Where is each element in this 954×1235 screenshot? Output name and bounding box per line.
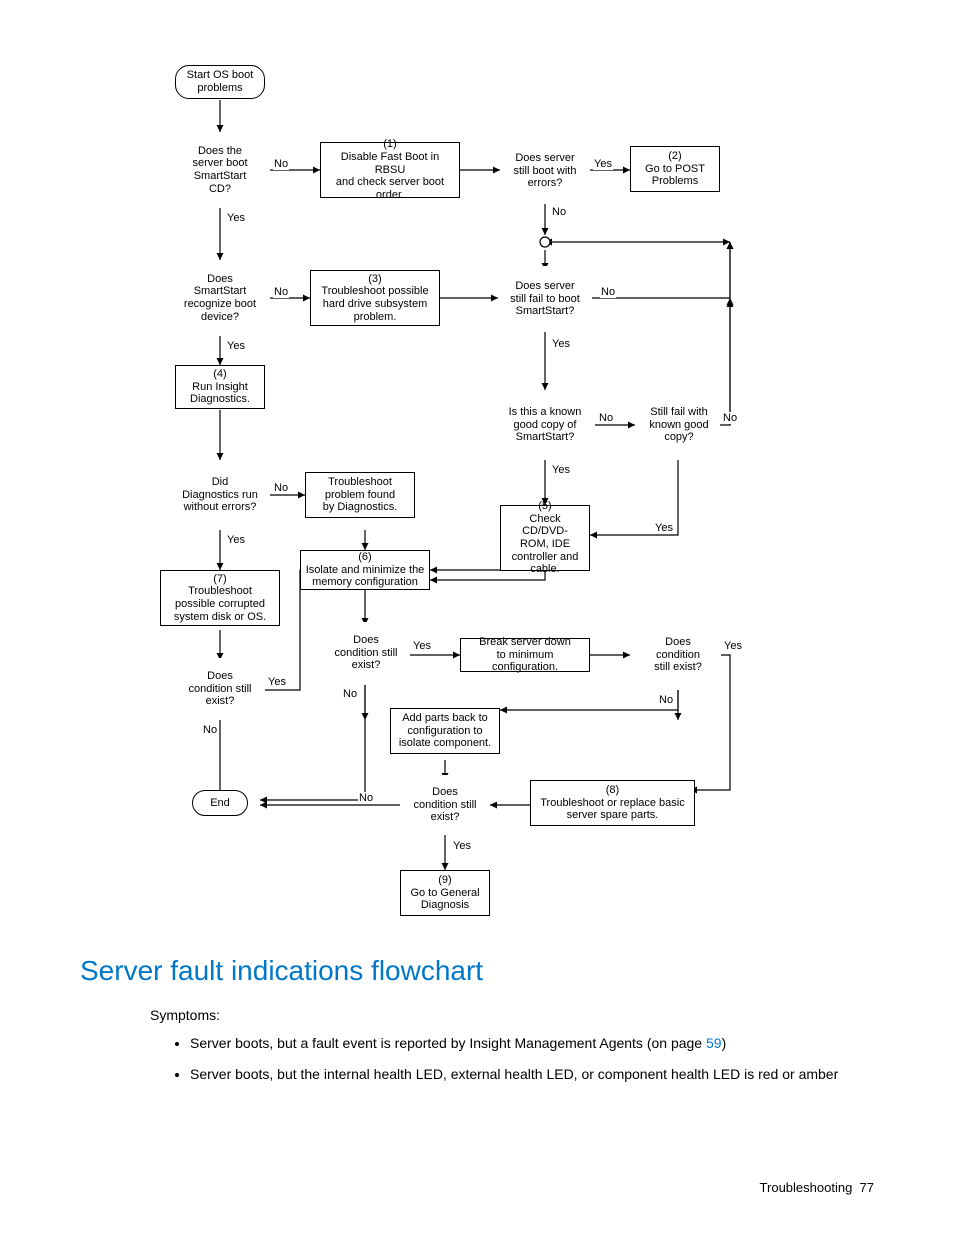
node-p4: (4) Run Insight Diagnostics. [175,365,265,409]
label-yes: Yes [226,534,246,546]
label-yes: Yes [593,158,613,170]
label-no: No [658,694,674,706]
node-end: End [192,790,248,816]
node-p7: (7) Troubleshoot possible corrupted syst… [160,570,280,626]
label-yes: Yes [551,338,571,350]
list-item: Server boots, but a fault event is repor… [190,1033,870,1053]
node-p1: (1) Disable Fast Boot in RBSU and check … [320,142,460,198]
node-dec-recognize-boot: Does SmartStart recognize boot device? [176,260,264,336]
node-p6: (6) Isolate and minimize the memory conf… [300,550,430,590]
node-dec-known-copy: Is this a known good copy of SmartStart? [498,390,592,460]
node-start: Start OS boot problems [175,65,265,99]
label-no: No [273,286,289,298]
label-no: No [722,412,738,424]
node-dec-still-fail-known: Still fail with known good copy? [638,392,720,458]
node-p9: (9) Go to General Diagnosis [400,870,490,916]
flowchart: Start OS boot problems Does the server b… [130,60,770,940]
label-yes: Yes [267,676,287,688]
node-break-min: Break server down to minimum configurati… [460,638,590,672]
label-no: No [600,286,616,298]
node-p2: (2) Go to POST Problems [630,146,720,192]
node-dec-still-boot-errors: Does server still boot with errors? [502,138,588,204]
symptoms-label: Symptoms: [150,1005,870,1025]
body-text: Symptoms: Server boots, but a fault even… [150,1005,870,1094]
label-no: No [273,482,289,494]
node-dec-smartstart-cd: Does the server boot SmartStart CD? [180,132,260,208]
label-no: No [358,792,374,804]
node-dec-still-fail-ss: Does server still fail to boot SmartStar… [500,266,590,332]
label-yes: Yes [412,640,432,652]
label-yes: Yes [654,522,674,534]
node-add-back: Add parts back to configuration to isola… [390,708,500,754]
node-diag-found: Troubleshoot problem found by Diagnostic… [305,472,415,518]
node-dec-diag-no-err: Did Diagnostics run without errors? [172,460,268,530]
label-yes: Yes [452,840,472,852]
label-no: No [273,158,289,170]
node-dec-cond-final: Does condition still exist? [404,775,486,835]
label-no: No [342,688,358,700]
section-heading: Server fault indications flowchart [80,955,483,987]
node-p8: (8) Troubleshoot or replace basic server… [530,780,695,826]
node-dec-cond7: Does condition still exist? [178,658,262,720]
node-p3: (3) Troubleshoot possible hard drive sub… [310,270,440,326]
label-no: No [202,724,218,736]
label-yes: Yes [551,464,571,476]
label-yes: Yes [723,640,743,652]
label-no: No [598,412,614,424]
node-p5: (5) Check CD/DVD- ROM, IDE controller an… [500,505,590,571]
list-item: Server boots, but the internal health LE… [190,1064,870,1084]
node-dec-cond-min: Does condition still exist? [635,622,721,688]
label-no: No [551,206,567,218]
page-link[interactable]: 59 [706,1035,722,1051]
page-footer: Troubleshooting 77 [760,1180,874,1195]
label-yes: Yes [226,212,246,224]
label-yes: Yes [226,340,246,352]
symptoms-list: Server boots, but a fault event is repor… [150,1033,870,1084]
node-dec-cond6: Does condition still exist? [325,622,407,684]
